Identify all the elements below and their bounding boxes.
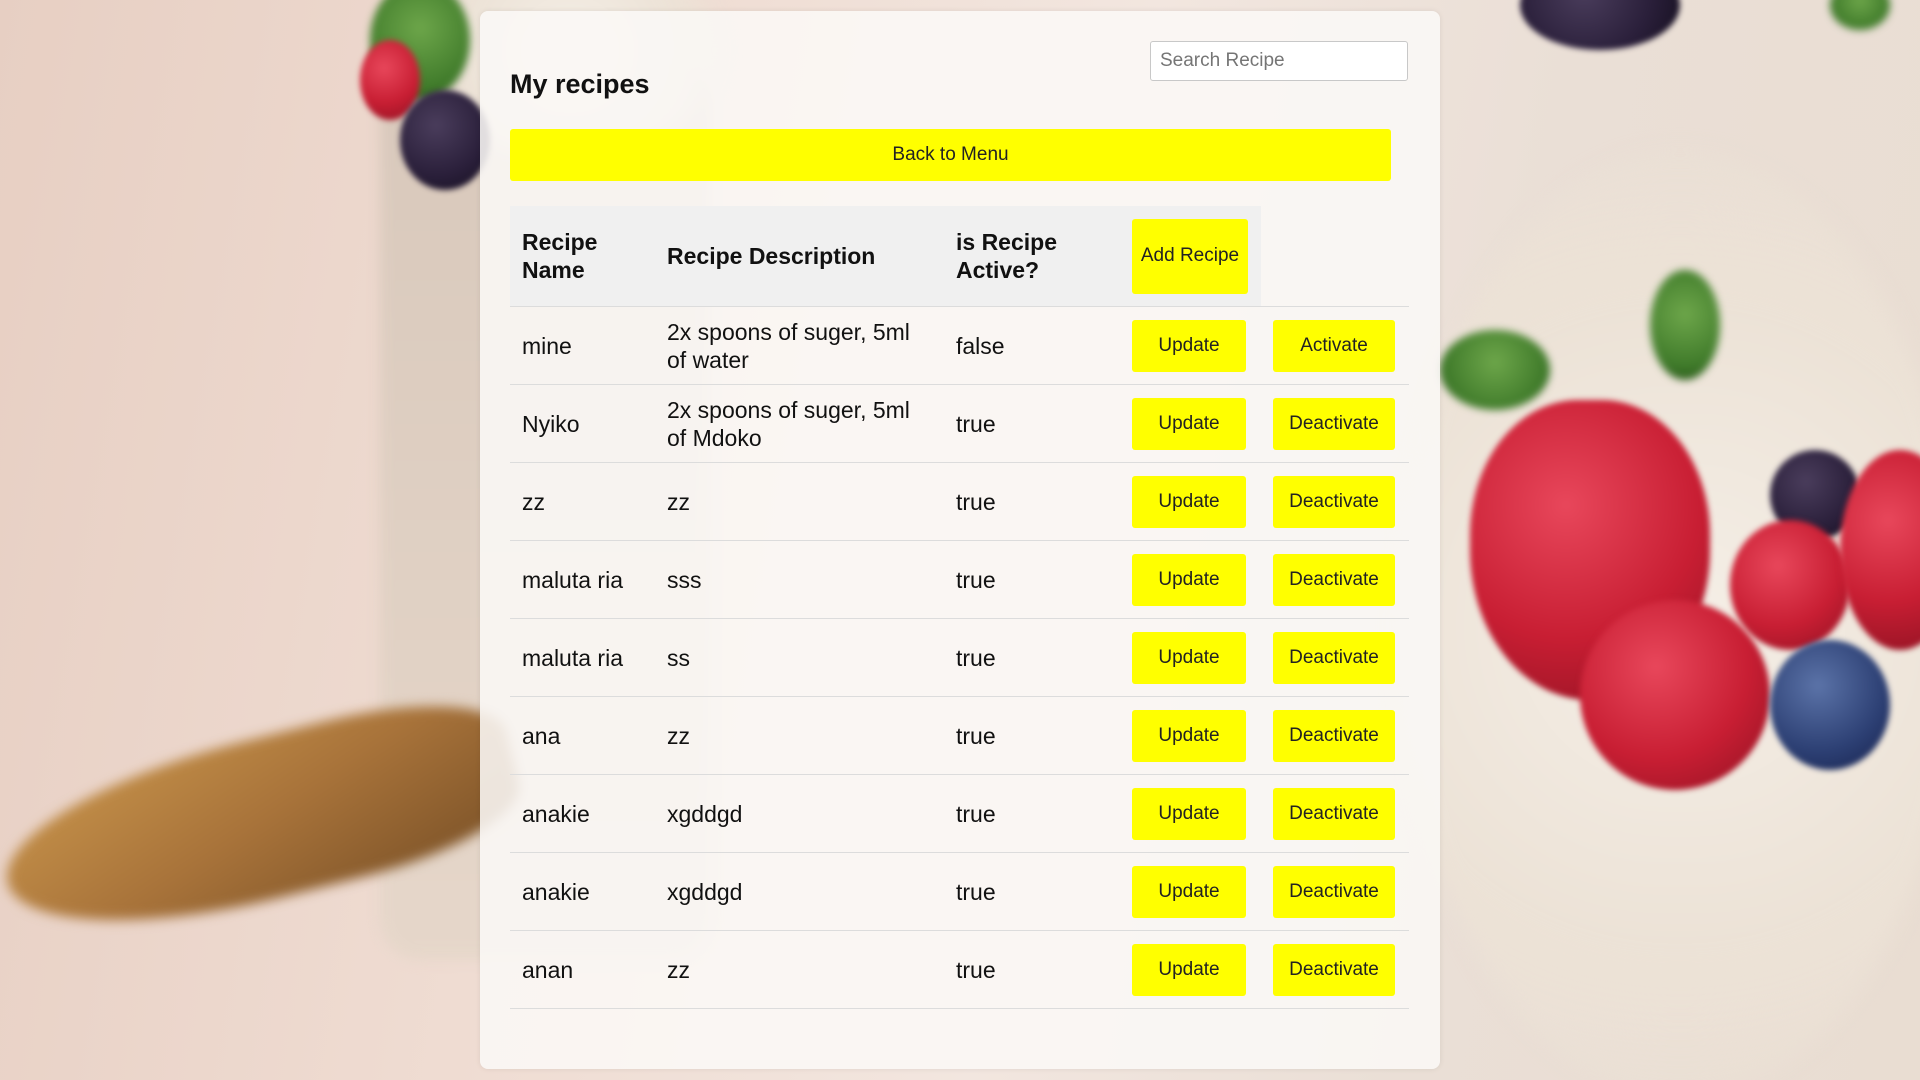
recipe-active-cell: true (944, 774, 1120, 853)
update-cell: Update (1120, 384, 1261, 463)
background-berry-shape (400, 90, 490, 190)
header-empty-cell (1261, 206, 1409, 307)
update-button[interactable]: Update (1132, 865, 1246, 918)
recipe-name-cell: mine (510, 306, 655, 385)
deactivate-button[interactable]: Deactivate (1273, 943, 1395, 996)
background-blueberry-shape (1770, 640, 1890, 770)
recipe-active-cell: true (944, 384, 1120, 463)
table-row: mine 2x spoons of suger, 5ml of water fa… (510, 306, 1409, 385)
table-header-row: Recipe Name Recipe Description is Recipe… (510, 206, 1409, 307)
background-leaf-shape (1830, 0, 1890, 30)
deactivate-button[interactable]: Deactivate (1273, 709, 1395, 762)
background-raspberry-shape (1580, 600, 1770, 790)
update-cell: Update (1120, 462, 1261, 541)
table-row: ana zz true Update Deactivate (510, 696, 1409, 775)
header-recipe-description: Recipe Description (655, 206, 944, 307)
background-leaf-shape (1440, 330, 1550, 410)
update-cell: Update (1120, 306, 1261, 385)
header-add-cell: Add Recipe (1120, 206, 1261, 307)
search-input[interactable] (1150, 41, 1408, 81)
update-cell: Update (1120, 852, 1261, 931)
update-button[interactable]: Update (1132, 397, 1246, 450)
update-cell: Update (1120, 696, 1261, 775)
table-row: maluta ria sss true Update Deactivate (510, 540, 1409, 619)
recipe-active-cell: true (944, 618, 1120, 697)
table-row: anakie xgddgd true Update Deactivate (510, 852, 1409, 931)
activate-button[interactable]: Activate (1273, 319, 1395, 372)
table-row: anakie xgddgd true Update Deactivate (510, 774, 1409, 853)
update-button[interactable]: Update (1132, 319, 1246, 372)
table-row: anan zz true Update Deactivate (510, 930, 1409, 1009)
recipe-name-cell: Nyiko (510, 384, 655, 463)
update-cell: Update (1120, 540, 1261, 619)
toggle-cell: Activate (1261, 306, 1409, 385)
table-row: Nyiko 2x spoons of suger, 5ml of Mdoko t… (510, 384, 1409, 463)
recipe-description-cell: xgddgd (655, 774, 944, 853)
recipe-description-cell: zz (655, 930, 944, 1009)
table-row: maluta ria ss true Update Deactivate (510, 618, 1409, 697)
header-recipe-name: Recipe Name (510, 206, 655, 307)
update-button[interactable]: Update (1132, 709, 1246, 762)
page-title: My recipes (510, 69, 650, 99)
recipe-name-cell: maluta ria (510, 618, 655, 697)
recipe-description-cell: ss (655, 618, 944, 697)
table-row: zz zz true Update Deactivate (510, 462, 1409, 541)
recipe-name-cell: ana (510, 696, 655, 775)
deactivate-button[interactable]: Deactivate (1273, 631, 1395, 684)
back-to-menu-button[interactable]: Back to Menu (510, 129, 1391, 181)
recipe-active-cell: true (944, 540, 1120, 619)
deactivate-button[interactable]: Deactivate (1273, 475, 1395, 528)
recipes-panel: My recipes Back to Menu Recipe Name Reci… (480, 11, 1440, 1069)
recipe-name-cell: zz (510, 462, 655, 541)
recipe-name-cell: anakie (510, 852, 655, 931)
recipe-active-cell: false (944, 306, 1120, 385)
recipe-active-cell: true (944, 696, 1120, 775)
recipe-active-cell: true (944, 462, 1120, 541)
deactivate-button[interactable]: Deactivate (1273, 787, 1395, 840)
update-button[interactable]: Update (1132, 943, 1246, 996)
toggle-cell: Deactivate (1261, 540, 1409, 619)
recipe-description-cell: xgddgd (655, 852, 944, 931)
background-leaf-shape (1650, 270, 1720, 380)
recipe-description-cell: 2x spoons of suger, 5ml of Mdoko (655, 384, 944, 463)
toggle-cell: Deactivate (1261, 774, 1409, 853)
recipe-description-cell: 2x spoons of suger, 5ml of water (655, 306, 944, 385)
update-button[interactable]: Update (1132, 787, 1246, 840)
recipe-description-cell: zz (655, 696, 944, 775)
toggle-cell: Deactivate (1261, 930, 1409, 1009)
update-cell: Update (1120, 930, 1261, 1009)
update-cell: Update (1120, 618, 1261, 697)
background-berry-shape (1520, 0, 1680, 50)
recipes-table: Recipe Name Recipe Description is Recipe… (510, 206, 1409, 1009)
update-button[interactable]: Update (1132, 475, 1246, 528)
update-button[interactable]: Update (1132, 631, 1246, 684)
recipe-description-cell: sss (655, 540, 944, 619)
recipe-active-cell: true (944, 852, 1120, 931)
toggle-cell: Deactivate (1261, 384, 1409, 463)
background-berry-shape (1730, 520, 1850, 650)
header-recipe-active: is Recipe Active? (944, 206, 1120, 307)
recipe-description-cell: zz (655, 462, 944, 541)
toggle-cell: Deactivate (1261, 462, 1409, 541)
deactivate-button[interactable]: Deactivate (1273, 553, 1395, 606)
toggle-cell: Deactivate (1261, 618, 1409, 697)
recipe-active-cell: true (944, 930, 1120, 1009)
update-button[interactable]: Update (1132, 553, 1246, 606)
toggle-cell: Deactivate (1261, 852, 1409, 931)
toggle-cell: Deactivate (1261, 696, 1409, 775)
deactivate-button[interactable]: Deactivate (1273, 865, 1395, 918)
add-recipe-button[interactable]: Add Recipe (1132, 218, 1248, 294)
recipe-name-cell: anakie (510, 774, 655, 853)
update-cell: Update (1120, 774, 1261, 853)
recipe-name-cell: anan (510, 930, 655, 1009)
deactivate-button[interactable]: Deactivate (1273, 397, 1395, 450)
recipe-name-cell: maluta ria (510, 540, 655, 619)
